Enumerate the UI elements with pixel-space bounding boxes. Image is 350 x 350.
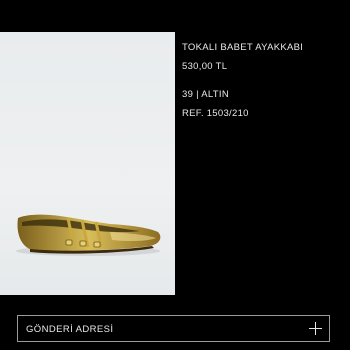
- shipping-address-label: GÖNDERİ ADRESİ: [26, 324, 114, 335]
- bottom-bar: GÖNDERİ ADRESİ: [0, 295, 350, 350]
- product-reference: REF. 1503/210: [182, 108, 249, 119]
- shipping-address-toggle[interactable]: GÖNDERİ ADRESİ: [17, 315, 330, 342]
- product-info-panel: TOKALI BABET AYAKKABI 530,00 TL 39 | ALT…: [175, 32, 350, 295]
- product-name: TOKALI BABET AYAKKABI: [182, 42, 304, 53]
- shoe-illustration: [16, 214, 161, 256]
- plus-icon[interactable]: [309, 322, 322, 335]
- product-size-color: 39 | ALTIN: [182, 89, 230, 100]
- top-bar: [0, 0, 350, 32]
- product-image[interactable]: [0, 32, 175, 295]
- product-price: 530,00 TL: [182, 61, 228, 72]
